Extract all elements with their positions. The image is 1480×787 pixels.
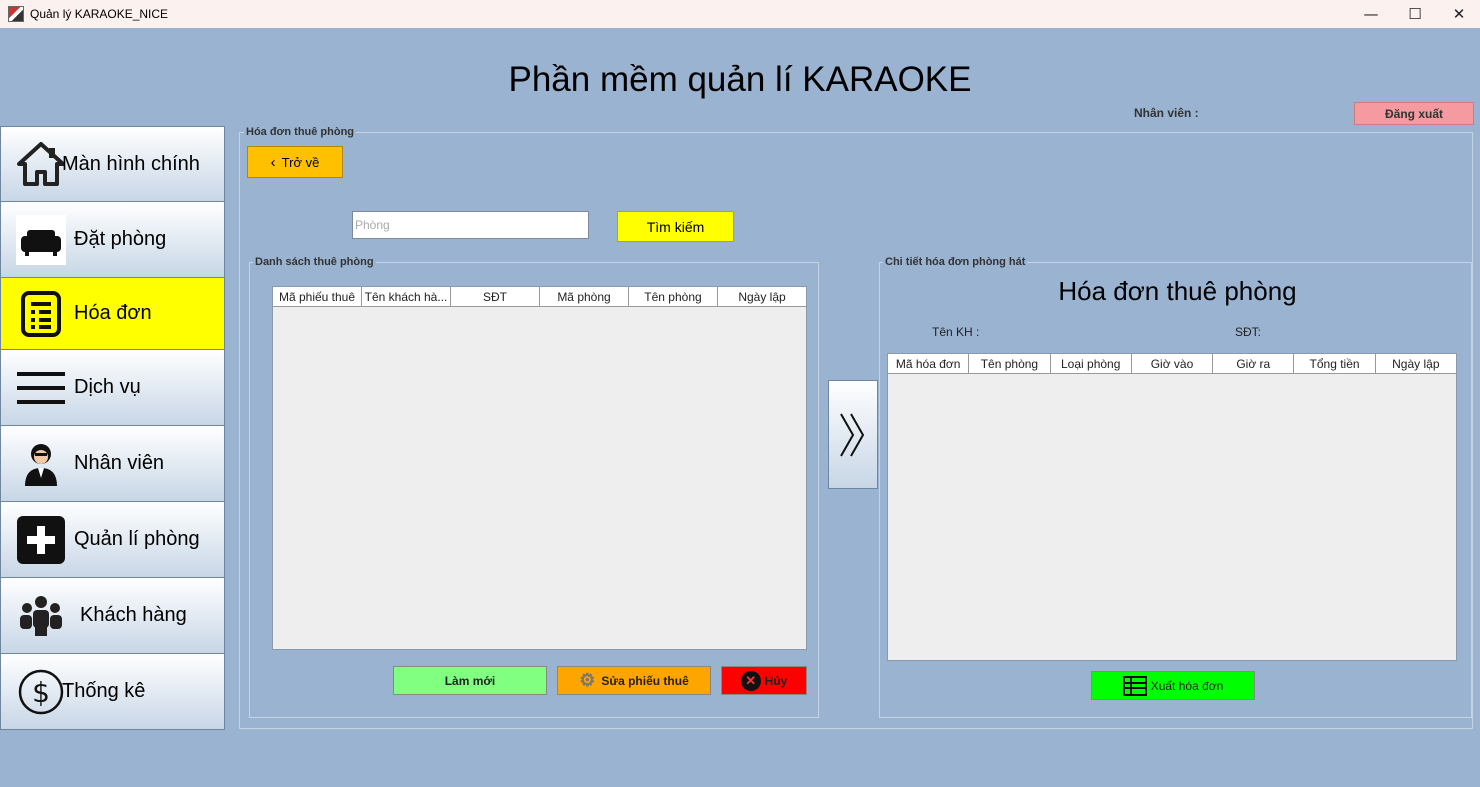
search-input[interactable] bbox=[352, 211, 589, 239]
menu-icon bbox=[16, 363, 66, 413]
sidebar-item-label: Dịch vụ bbox=[74, 376, 141, 398]
column-header[interactable]: Tổng tiền bbox=[1294, 354, 1376, 373]
app-icon bbox=[8, 6, 24, 22]
sidebar-item-booking[interactable]: Đặt phòng bbox=[0, 202, 225, 278]
edit-rental-button[interactable]: ⚙ Sửa phiếu thuê bbox=[557, 666, 711, 695]
rental-table[interactable]: Mã phiếu thuê Tên khách hà... SĐT Mã phò… bbox=[272, 286, 807, 650]
invoice-heading: Hóa đơn thuê phòng bbox=[1058, 276, 1297, 306]
plus-icon bbox=[16, 515, 66, 565]
svg-text:$: $ bbox=[32, 676, 50, 709]
search-button[interactable]: Tìm kiếm bbox=[617, 211, 734, 242]
home-icon bbox=[16, 139, 66, 189]
dollar-icon: $ bbox=[16, 667, 66, 717]
column-header[interactable]: Giờ vào bbox=[1132, 354, 1214, 373]
staff-label: Nhân viên : bbox=[1134, 106, 1199, 120]
gear-icon: ⚙ bbox=[579, 670, 596, 690]
column-header[interactable]: Loại phòng bbox=[1051, 354, 1132, 373]
window-titlebar: Quản lý KARAOKE_NICE — ☐ ✕ bbox=[0, 0, 1480, 28]
column-header[interactable]: Giờ ra bbox=[1213, 354, 1295, 373]
export-invoice-label: Xuất hóa đơn bbox=[1150, 678, 1224, 693]
back-button[interactable]: ‹ Trở về bbox=[247, 146, 343, 178]
sidebar: Màn hình chính Đặt phòng Hóa đơn Dịch vụ… bbox=[0, 126, 225, 730]
window-title: Quản lý KARAOKE_NICE bbox=[30, 7, 169, 21]
sidebar-item-invoice[interactable]: Hóa đơn bbox=[0, 278, 225, 350]
customer-label: Tên KH : bbox=[932, 325, 980, 339]
column-header[interactable]: Mã phòng bbox=[540, 287, 629, 306]
cancel-button[interactable]: ✕ Hủy bbox=[721, 666, 807, 695]
sidebar-item-rooms[interactable]: Quản lí phòng bbox=[0, 502, 225, 578]
invoice-icon bbox=[16, 289, 66, 339]
close-button[interactable]: ✕ bbox=[1436, 0, 1480, 28]
sofa-icon bbox=[16, 214, 66, 265]
refresh-button[interactable]: Làm mới bbox=[393, 666, 547, 695]
chevron-left-icon: ‹ bbox=[270, 153, 276, 171]
sidebar-item-label: Màn hình chính bbox=[62, 152, 200, 175]
cancel-icon: ✕ bbox=[740, 670, 761, 691]
sidebar-item-label: Thống kê bbox=[62, 680, 146, 702]
column-header[interactable]: Tên phòng bbox=[969, 354, 1051, 373]
invoice-table-header: Mã hóa đơn Tên phòng Loại phòng Giờ vào … bbox=[888, 354, 1456, 374]
transfer-button[interactable] bbox=[828, 380, 878, 489]
page-title: Phần mềm quản lí KARAOKE bbox=[508, 60, 972, 99]
column-header[interactable]: Tên khách hà... bbox=[362, 287, 451, 306]
employee-icon bbox=[16, 439, 66, 489]
phone-label: SĐT: bbox=[1235, 325, 1262, 339]
column-header[interactable]: Tên phòng bbox=[629, 287, 718, 306]
column-header[interactable]: Ngày lập bbox=[1376, 354, 1456, 373]
invoice-detail-title: Chi tiết hóa đơn phòng hát bbox=[883, 256, 1028, 268]
rental-list-title: Danh sách thuê phòng bbox=[253, 256, 376, 268]
column-header[interactable]: Mã hóa đơn bbox=[888, 354, 970, 373]
edit-rental-label: Sửa phiếu thuê bbox=[601, 673, 689, 688]
sidebar-item-employees[interactable]: Nhân viên bbox=[0, 426, 225, 502]
back-button-label: Trở về bbox=[281, 154, 320, 170]
export-invoice-button[interactable]: Xuất hóa đơn bbox=[1091, 671, 1255, 700]
sidebar-item-home[interactable]: Màn hình chính bbox=[0, 126, 225, 202]
sidebar-item-label: Quản lí phòng bbox=[74, 528, 200, 550]
minimize-button[interactable]: — bbox=[1348, 0, 1394, 28]
cancel-label: Hủy bbox=[764, 673, 788, 688]
sidebar-item-label: Đặt phòng bbox=[74, 228, 167, 250]
sidebar-item-label: Nhân viên bbox=[74, 452, 165, 474]
invoice-table[interactable]: Mã hóa đơn Tên phòng Loại phòng Giờ vào … bbox=[887, 353, 1457, 661]
sidebar-item-label: Hóa đơn bbox=[74, 302, 152, 324]
invoice-list-icon bbox=[1122, 675, 1147, 696]
people-icon bbox=[16, 591, 66, 641]
maximize-button[interactable]: ☐ bbox=[1392, 0, 1438, 28]
logout-button[interactable]: Đăng xuất bbox=[1354, 102, 1474, 125]
sidebar-item-statistics[interactable]: $ Thống kê bbox=[0, 654, 225, 730]
sidebar-item-services[interactable]: Dịch vụ bbox=[0, 350, 225, 426]
column-header[interactable]: SĐT bbox=[451, 287, 540, 306]
double-chevron-right-icon bbox=[840, 413, 865, 456]
sidebar-item-label: Khách hàng bbox=[80, 604, 187, 626]
column-header[interactable]: Ngày lập bbox=[718, 287, 806, 306]
column-header[interactable]: Mã phiếu thuê bbox=[273, 287, 362, 306]
sidebar-item-customers[interactable]: Khách hàng bbox=[0, 578, 225, 654]
rental-table-header: Mã phiếu thuê Tên khách hà... SĐT Mã phò… bbox=[273, 287, 806, 307]
panel-title: Hóa đơn thuê phòng bbox=[244, 126, 357, 138]
